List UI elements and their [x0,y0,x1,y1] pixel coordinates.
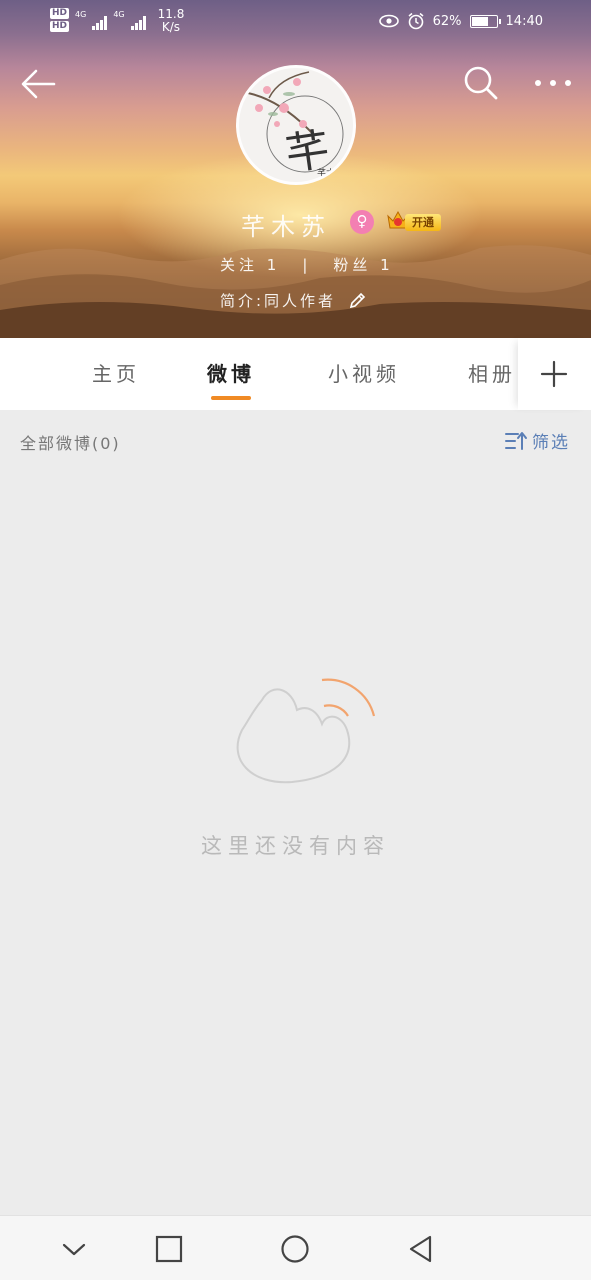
battery-percent: 62% [432,13,462,29]
clock: 14:40 [505,13,543,29]
collapse-icon[interactable] [57,1232,91,1266]
profile-header: HD HD 4G 4G 11.8 K/s 62% 14:40 芊 芊木 芊木苏 … [0,0,591,338]
female-icon: ♀ [350,210,374,234]
filter-sort-icon [505,431,527,450]
alarm-icon [408,12,424,30]
filter-button[interactable]: 筛选 [504,428,570,453]
network-speed: 11.8 K/s [157,7,185,34]
empty-weibo-icon [236,678,376,784]
network-type-2: 4G [113,10,125,19]
home-icon[interactable] [278,1232,312,1266]
signal-icon [130,12,146,30]
signal-icon [92,12,108,30]
feed-header: 全部微博(0) 筛选 [0,410,591,472]
back-icon[interactable] [404,1232,438,1266]
network-type-1: 4G [75,10,87,19]
filter-label: 筛选 [532,433,570,453]
bio[interactable]: 简介:同人作者 [220,290,366,311]
tab-weibo[interactable]: 微博 [207,358,255,387]
profile-stats: 关注 1 | 粉丝 1 [220,254,394,275]
arrow-left-icon[interactable] [18,64,58,104]
bio-text: 简介:同人作者 [220,292,337,310]
vip-open-button[interactable]: 开通 [385,207,443,235]
profile-tabs: 主页 微博 小视频 相册 [0,338,591,410]
battery-icon [469,14,501,28]
stats-divider: | [302,255,312,274]
vip-label: 开通 [405,214,441,231]
tab-short-video[interactable]: 小视频 [328,358,400,387]
empty-state-text: 这里还没有内容 [201,834,390,858]
followers-count[interactable]: 粉丝 1 [333,254,393,275]
following-count[interactable]: 关注 1 [220,254,280,275]
hd-badge-1: HD [50,8,70,19]
system-nav-bar [0,1215,591,1280]
recents-icon[interactable] [152,1232,186,1266]
all-posts-label[interactable]: 全部微博(0) [20,430,121,454]
hd-badge-2: HD [50,21,70,32]
more-icon[interactable] [530,66,576,100]
plus-icon [540,360,568,388]
avatar[interactable]: 芊 芊木 [236,65,356,185]
active-tab-indicator [211,396,251,400]
eye-icon [378,14,399,28]
status-bar: HD HD 4G 4G 11.8 K/s 62% 14:40 [0,0,591,46]
add-tab-button[interactable] [518,338,591,410]
search-icon[interactable] [460,62,502,104]
tab-album[interactable]: 相册 [468,358,516,387]
username: 芊木苏 [241,213,331,241]
pencil-icon[interactable] [348,292,366,310]
avatar-signature: 芊木 [317,169,336,179]
tab-home[interactable]: 主页 [92,358,140,387]
